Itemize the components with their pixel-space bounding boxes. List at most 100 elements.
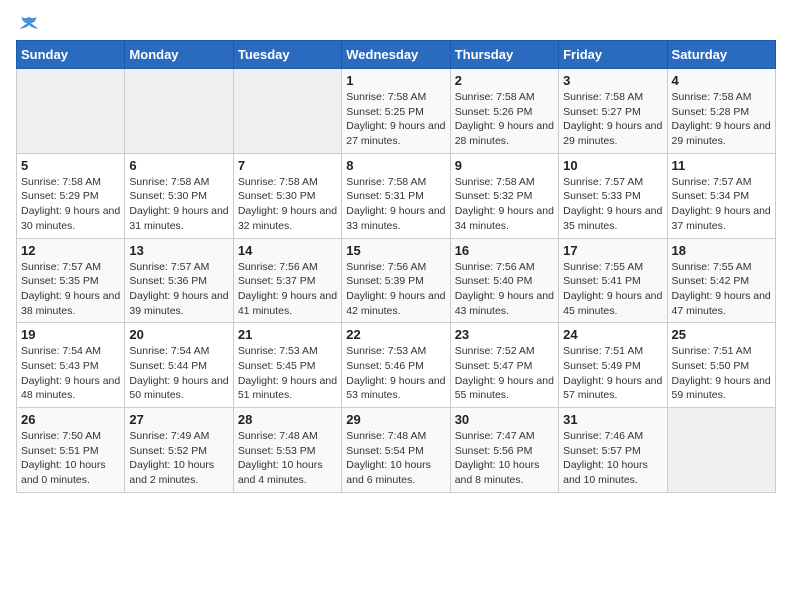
calendar-cell: 17 Sunrise: 7:55 AM Sunset: 5:41 PM Dayli… (559, 238, 667, 323)
logo (16, 16, 40, 32)
day-info: Sunrise: 7:51 AM Sunset: 5:50 PM Dayligh… (672, 344, 771, 403)
day-number: 1 (346, 73, 445, 88)
calendar-cell: 11 Sunrise: 7:57 AM Sunset: 5:34 PM Dayli… (667, 153, 775, 238)
calendar-table: SundayMondayTuesdayWednesdayThursdayFrid… (16, 40, 776, 493)
day-number: 17 (563, 243, 662, 258)
calendar-cell: 27 Sunrise: 7:49 AM Sunset: 5:52 PM Dayli… (125, 408, 233, 493)
day-info: Sunrise: 7:57 AM Sunset: 5:34 PM Dayligh… (672, 175, 771, 234)
day-number: 7 (238, 158, 337, 173)
day-number: 5 (21, 158, 120, 173)
calendar-cell: 18Sunrise: 7:55 AM Sunset: 5:42 PM Dayli… (667, 238, 775, 323)
calendar-cell: 8 Sunrise: 7:58 AM Sunset: 5:31 PM Daylig… (342, 153, 450, 238)
day-info: Sunrise: 7:58 AM Sunset: 5:29 PM Dayligh… (21, 175, 120, 234)
calendar-cell: 24 Sunrise: 7:51 AM Sunset: 5:49 PM Dayli… (559, 323, 667, 408)
day-info: Sunrise: 7:54 AM Sunset: 5:44 PM Dayligh… (129, 344, 228, 403)
day-info: Sunrise: 7:58 AM Sunset: 5:25 PM Dayligh… (346, 90, 445, 149)
day-info: Sunrise: 7:58 AM Sunset: 5:28 PM Dayligh… (672, 90, 771, 149)
calendar-cell: 6Sunrise: 7:58 AM Sunset: 5:30 PM Daylig… (125, 153, 233, 238)
day-number: 26 (21, 412, 120, 427)
header-thursday: Thursday (450, 41, 558, 69)
calendar-cell: 9 Sunrise: 7:58 AM Sunset: 5:32 PM Daylig… (450, 153, 558, 238)
day-info: Sunrise: 7:48 AM Sunset: 5:54 PM Dayligh… (346, 429, 445, 488)
calendar-cell: 28 Sunrise: 7:48 AM Sunset: 5:53 PM Dayli… (233, 408, 341, 493)
calendar-cell: 16 Sunrise: 7:56 AM Sunset: 5:40 PM Dayli… (450, 238, 558, 323)
calendar-cell: 10 Sunrise: 7:57 AM Sunset: 5:33 PM Dayli… (559, 153, 667, 238)
calendar-cell (233, 69, 341, 154)
day-number: 8 (346, 158, 445, 173)
week-row-1: 1 Sunrise: 7:58 AM Sunset: 5:25 PM Daylig… (17, 69, 776, 154)
day-info: Sunrise: 7:53 AM Sunset: 5:46 PM Dayligh… (346, 344, 445, 403)
header-sunday: Sunday (17, 41, 125, 69)
day-number: 16 (455, 243, 554, 258)
day-number: 31 (563, 412, 662, 427)
day-info: Sunrise: 7:47 AM Sunset: 5:56 PM Dayligh… (455, 429, 554, 488)
day-info: Sunrise: 7:58 AM Sunset: 5:32 PM Dayligh… (455, 175, 554, 234)
day-number: 15 (346, 243, 445, 258)
day-number: 24 (563, 327, 662, 342)
day-info: Sunrise: 7:54 AM Sunset: 5:43 PM Dayligh… (21, 344, 120, 403)
calendar-cell: 4 Sunrise: 7:58 AM Sunset: 5:28 PM Daylig… (667, 69, 775, 154)
page-header (16, 16, 776, 32)
calendar-cell: 3 Sunrise: 7:58 AM Sunset: 5:27 PM Daylig… (559, 69, 667, 154)
day-info: Sunrise: 7:58 AM Sunset: 5:26 PM Dayligh… (455, 90, 554, 149)
day-info: Sunrise: 7:56 AM Sunset: 5:37 PM Dayligh… (238, 260, 337, 319)
logo-bird-icon (18, 14, 40, 36)
day-info: Sunrise: 7:57 AM Sunset: 5:36 PM Dayligh… (129, 260, 228, 319)
day-number: 14 (238, 243, 337, 258)
header-monday: Monday (125, 41, 233, 69)
calendar-cell: 31Sunrise: 7:46 AM Sunset: 5:57 PM Dayli… (559, 408, 667, 493)
calendar-cell: 2 Sunrise: 7:58 AM Sunset: 5:26 PM Daylig… (450, 69, 558, 154)
day-info: Sunrise: 7:48 AM Sunset: 5:53 PM Dayligh… (238, 429, 337, 488)
header-wednesday: Wednesday (342, 41, 450, 69)
week-row-3: 12Sunrise: 7:57 AM Sunset: 5:35 PM Dayli… (17, 238, 776, 323)
day-info: Sunrise: 7:56 AM Sunset: 5:40 PM Dayligh… (455, 260, 554, 319)
day-info: Sunrise: 7:50 AM Sunset: 5:51 PM Dayligh… (21, 429, 120, 488)
day-info: Sunrise: 7:57 AM Sunset: 5:35 PM Dayligh… (21, 260, 120, 319)
day-info: Sunrise: 7:58 AM Sunset: 5:31 PM Dayligh… (346, 175, 445, 234)
calendar-cell (125, 69, 233, 154)
day-number: 20 (129, 327, 228, 342)
calendar-cell: 5 Sunrise: 7:58 AM Sunset: 5:29 PM Daylig… (17, 153, 125, 238)
day-info: Sunrise: 7:49 AM Sunset: 5:52 PM Dayligh… (129, 429, 228, 488)
day-info: Sunrise: 7:58 AM Sunset: 5:30 PM Dayligh… (129, 175, 228, 234)
day-info: Sunrise: 7:56 AM Sunset: 5:39 PM Dayligh… (346, 260, 445, 319)
week-row-4: 19 Sunrise: 7:54 AM Sunset: 5:43 PM Dayli… (17, 323, 776, 408)
day-info: Sunrise: 7:57 AM Sunset: 5:33 PM Dayligh… (563, 175, 662, 234)
calendar-cell: 21Sunrise: 7:53 AM Sunset: 5:45 PM Dayli… (233, 323, 341, 408)
day-number: 10 (563, 158, 662, 173)
day-number: 23 (455, 327, 554, 342)
week-row-5: 26 Sunrise: 7:50 AM Sunset: 5:51 PM Dayli… (17, 408, 776, 493)
day-number: 22 (346, 327, 445, 342)
calendar-cell: 29 Sunrise: 7:48 AM Sunset: 5:54 PM Dayli… (342, 408, 450, 493)
day-info: Sunrise: 7:55 AM Sunset: 5:41 PM Dayligh… (563, 260, 662, 319)
day-number: 27 (129, 412, 228, 427)
calendar-cell: 7 Sunrise: 7:58 AM Sunset: 5:30 PM Daylig… (233, 153, 341, 238)
calendar-header-row: SundayMondayTuesdayWednesdayThursdayFrid… (17, 41, 776, 69)
calendar-cell: 1 Sunrise: 7:58 AM Sunset: 5:25 PM Daylig… (342, 69, 450, 154)
day-number: 21 (238, 327, 337, 342)
day-number: 18 (672, 243, 771, 258)
day-number: 4 (672, 73, 771, 88)
header-saturday: Saturday (667, 41, 775, 69)
day-number: 28 (238, 412, 337, 427)
calendar-cell (667, 408, 775, 493)
week-row-2: 5 Sunrise: 7:58 AM Sunset: 5:29 PM Daylig… (17, 153, 776, 238)
day-number: 29 (346, 412, 445, 427)
day-number: 11 (672, 158, 771, 173)
calendar-cell: 30Sunrise: 7:47 AM Sunset: 5:56 PM Dayli… (450, 408, 558, 493)
calendar-cell: 14 Sunrise: 7:56 AM Sunset: 5:37 PM Dayli… (233, 238, 341, 323)
day-info: Sunrise: 7:51 AM Sunset: 5:49 PM Dayligh… (563, 344, 662, 403)
day-number: 2 (455, 73, 554, 88)
day-info: Sunrise: 7:52 AM Sunset: 5:47 PM Dayligh… (455, 344, 554, 403)
day-info: Sunrise: 7:58 AM Sunset: 5:30 PM Dayligh… (238, 175, 337, 234)
calendar-cell: 25 Sunrise: 7:51 AM Sunset: 5:50 PM Dayli… (667, 323, 775, 408)
calendar-cell: 12Sunrise: 7:57 AM Sunset: 5:35 PM Dayli… (17, 238, 125, 323)
day-number: 25 (672, 327, 771, 342)
day-number: 3 (563, 73, 662, 88)
day-number: 9 (455, 158, 554, 173)
calendar-cell: 22 Sunrise: 7:53 AM Sunset: 5:46 PM Dayli… (342, 323, 450, 408)
calendar-cell: 23 Sunrise: 7:52 AM Sunset: 5:47 PM Dayli… (450, 323, 558, 408)
day-info: Sunrise: 7:58 AM Sunset: 5:27 PM Dayligh… (563, 90, 662, 149)
day-number: 19 (21, 327, 120, 342)
header-friday: Friday (559, 41, 667, 69)
